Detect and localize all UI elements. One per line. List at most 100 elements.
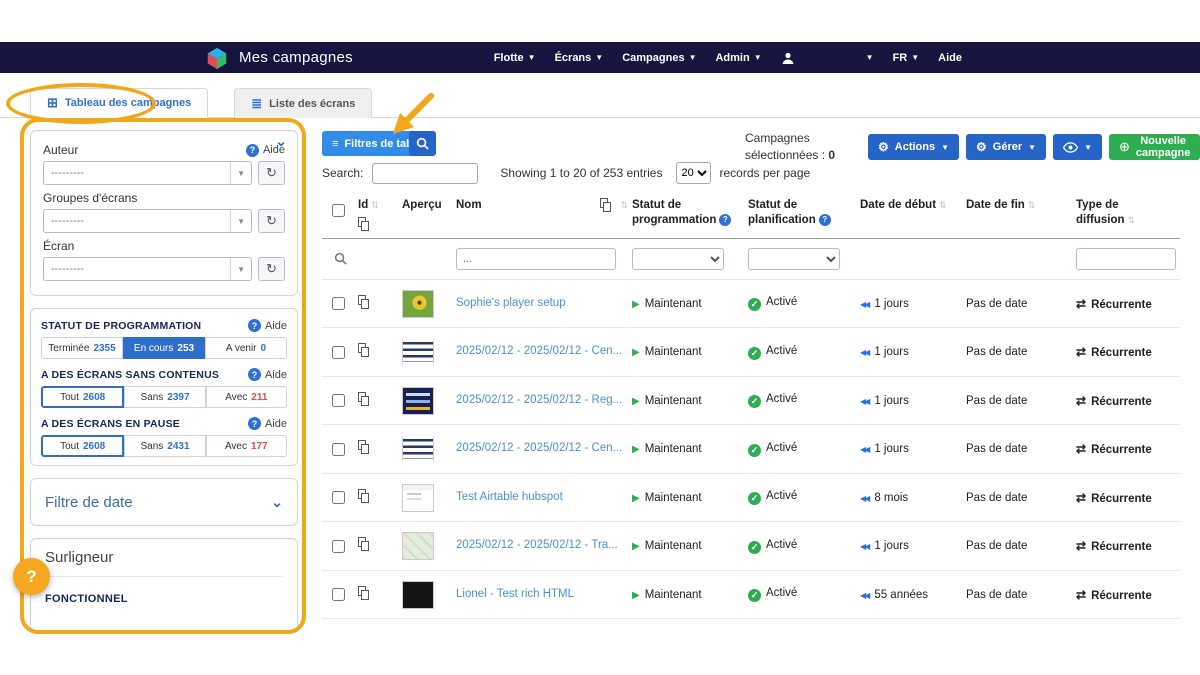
copy-id-icon[interactable]: [358, 489, 371, 504]
a-venir-label: A venir: [226, 343, 257, 354]
avec-contenus-button[interactable]: Avec211: [206, 386, 287, 408]
tab-tableau-campagnes[interactable]: ⊞ Tableau des campagnes: [30, 88, 208, 118]
date-filter-card[interactable]: Filtre de date ⌄: [30, 478, 298, 526]
a-venir-filter-button[interactable]: A venir 0: [205, 337, 287, 359]
manage-button[interactable]: ⚙ Gérer ▼: [966, 134, 1046, 160]
row-checkbox[interactable]: [332, 588, 345, 601]
tout-sans-contenus-button[interactable]: Tout2608: [41, 386, 124, 408]
campaign-name-link[interactable]: 2025/02/12 - 2025/02/12 - Cen...: [456, 344, 622, 360]
campaign-thumbnail[interactable]: [402, 532, 434, 560]
terminee-filter-button[interactable]: Terminée2355: [41, 337, 123, 359]
tout-en-pause-button[interactable]: Tout2608: [41, 435, 124, 457]
campaign-thumbnail[interactable]: [402, 435, 434, 463]
actions-label: Actions: [895, 141, 935, 153]
sans-pause-button[interactable]: Sans2431: [124, 435, 205, 457]
copy-id-icon[interactable]: [358, 392, 371, 407]
copy-icon[interactable]: [358, 217, 371, 232]
chevron-down-icon: ▼: [230, 258, 251, 280]
rewind-icon: ◀◀: [860, 542, 868, 551]
campaign-name-link[interactable]: Lionel - Test rich HTML: [456, 587, 574, 603]
search-input[interactable]: [372, 163, 478, 184]
groupes-select[interactable]: --------- ▼: [43, 209, 252, 233]
header-id[interactable]: Id⇅: [358, 198, 402, 232]
header-statut-planification[interactable]: Statut de planification?: [748, 198, 860, 228]
user-menu-caret[interactable]: ▼: [866, 53, 874, 62]
statut-programmation-help-link[interactable]: ? Aide: [248, 319, 287, 332]
header-date-fin[interactable]: Date de fin⇅: [966, 198, 1076, 213]
copy-id-icon[interactable]: [358, 295, 371, 310]
actions-button[interactable]: ⚙ Actions ▼: [868, 134, 959, 160]
auteur-refresh-button[interactable]: ↻: [258, 161, 285, 185]
repeat-icon: ⇄: [1076, 442, 1086, 456]
sans-contenus-button[interactable]: Sans2397: [124, 386, 205, 408]
user-icon[interactable]: [781, 51, 795, 65]
copy-id-icon[interactable]: [358, 440, 371, 455]
copy-icon[interactable]: [600, 198, 613, 213]
question-icon[interactable]: ?: [819, 214, 831, 226]
a-venir-count: 0: [261, 343, 267, 354]
language-menu[interactable]: FR▼: [893, 52, 920, 64]
header-type-diffusion[interactable]: Type de diffusion⇅: [1076, 198, 1180, 228]
list-icon: ≡: [332, 138, 338, 150]
collapse-chevron-icon[interactable]: ⌄: [275, 133, 287, 150]
copy-id-icon[interactable]: [358, 586, 371, 601]
row-checkbox[interactable]: [332, 491, 345, 504]
help-beacon-button[interactable]: ?: [13, 558, 50, 595]
play-icon: ▶: [632, 396, 640, 407]
check-circle-icon: ✓: [748, 298, 761, 311]
campaign-name-link[interactable]: 2025/02/12 - 2025/02/12 - Cen...: [456, 441, 622, 457]
ecrans-sans-contenus-help-link[interactable]: ? Aide: [248, 368, 287, 381]
row-checkbox[interactable]: [332, 297, 345, 310]
ecran-select[interactable]: --------- ▼: [43, 257, 252, 281]
nav-ecrans[interactable]: Écrans▼: [555, 52, 604, 64]
date-filter-title: Filtre de date: [45, 494, 133, 511]
row-checkbox[interactable]: [332, 443, 345, 456]
header-date-debut[interactable]: Date de début⇅: [860, 198, 966, 213]
en-cours-filter-button[interactable]: En cours253: [123, 337, 205, 359]
nav-flotte[interactable]: Flotte▼: [494, 52, 536, 64]
search-button[interactable]: [409, 131, 436, 156]
name-filter-input[interactable]: [456, 248, 616, 270]
avec-count: 211: [251, 392, 267, 403]
header-nom[interactable]: Nom ⇅: [456, 198, 632, 213]
select-all-checkbox[interactable]: [332, 204, 345, 217]
statut-plan-filter-select[interactable]: [748, 248, 840, 270]
row-checkbox[interactable]: [332, 346, 345, 359]
visibility-button[interactable]: ▼: [1053, 134, 1102, 160]
campaign-name-link[interactable]: 2025/02/12 - 2025/02/12 - Reg...: [456, 393, 622, 409]
campaign-thumbnail[interactable]: [402, 484, 434, 512]
campaign-thumbnail[interactable]: [402, 581, 434, 609]
campaign-thumbnail[interactable]: [402, 338, 434, 366]
campaign-name-link[interactable]: Test Airtable hubspot: [456, 490, 563, 506]
nav-admin[interactable]: Admin▼: [715, 52, 761, 64]
auteur-select[interactable]: --------- ▼: [43, 161, 252, 185]
ecrans-en-pause-help-link[interactable]: ? Aide: [248, 417, 287, 430]
row-checkbox[interactable]: [332, 394, 345, 407]
page-size-select[interactable]: 20: [676, 162, 711, 184]
campaign-thumbnail[interactable]: [402, 290, 434, 318]
chevron-down-icon[interactable]: ⌄: [271, 494, 283, 511]
new-campaign-button[interactable]: ⊕ Nouvelle campagne: [1109, 134, 1200, 160]
tab-liste-ecrans[interactable]: ≣ Liste des écrans: [234, 88, 372, 118]
nav-campagnes[interactable]: Campagnes▼: [622, 52, 696, 64]
copy-id-icon[interactable]: [358, 537, 371, 552]
nav-aide[interactable]: Aide: [938, 52, 962, 64]
header-statut-programmation[interactable]: Statut de programmation?: [632, 198, 748, 228]
sidebar-filters-card: ⌄ Auteur ? Aide --------- ▼ ↻ Groupes d'…: [30, 130, 298, 296]
copy-id-icon[interactable]: [358, 343, 371, 358]
avec-pause-button[interactable]: Avec177: [206, 435, 287, 457]
gears-icon: ⚙: [976, 140, 987, 154]
campaign-name-link[interactable]: Sophie's player setup: [456, 296, 566, 312]
campaign-thumbnail[interactable]: [402, 387, 434, 415]
play-icon: ▶: [632, 347, 640, 358]
question-icon[interactable]: ?: [719, 214, 731, 226]
ecran-refresh-button[interactable]: ↻: [258, 257, 285, 281]
row-checkbox[interactable]: [332, 540, 345, 553]
groupes-refresh-button[interactable]: ↻: [258, 209, 285, 233]
type-diffusion-filter-input[interactable]: [1076, 248, 1176, 270]
ecrans-sans-contenus-title: A DES ÉCRANS SANS CONTENUS: [41, 369, 219, 381]
en-cours-count: 253: [177, 343, 194, 354]
statut-prog-filter-select[interactable]: [632, 248, 724, 270]
campaign-name-link[interactable]: 2025/02/12 - 2025/02/12 - Tra...: [456, 538, 618, 554]
repeat-icon: ⇄: [1076, 345, 1086, 359]
